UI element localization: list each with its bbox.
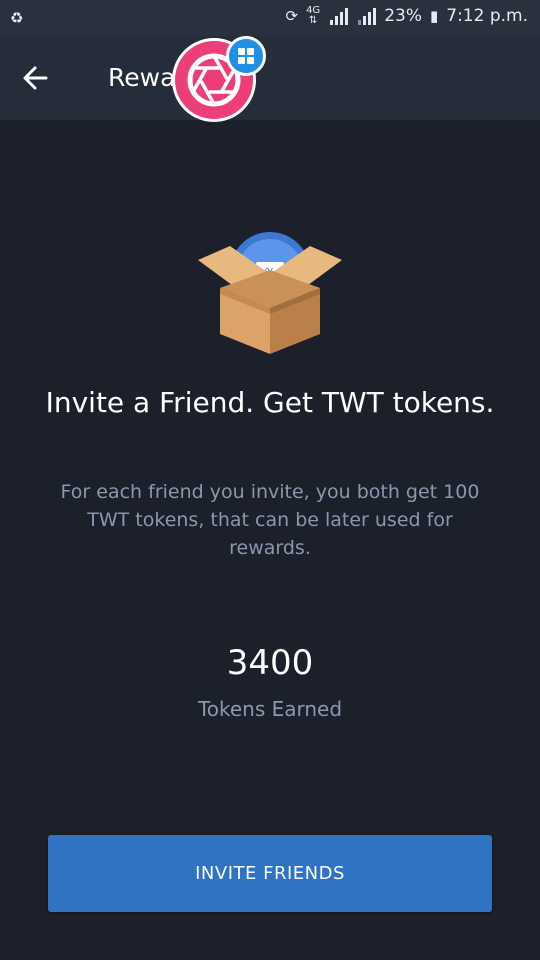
signal-secondary-icon [356, 7, 377, 25]
invite-headline: Invite a Friend. Get TWT tokens. [45, 386, 495, 419]
tokens-label: Tokens Earned [197, 697, 343, 721]
grid-icon [238, 48, 254, 64]
bubble-badge[interactable] [226, 36, 266, 76]
arrow-left-icon [23, 66, 48, 90]
battery-percent: 23% [384, 6, 422, 26]
data-arrows-icon: ⇅ [308, 15, 318, 26]
battery-icon: ▮ [429, 7, 439, 25]
tokens-count: 3400 [226, 643, 314, 683]
page-title: Rewa [108, 63, 176, 92]
sync-icon: ⟳ [285, 7, 299, 25]
recycle-icon: ♻ [10, 9, 24, 27]
status-icons: ⟳ 4G ⇅ 23% ▮ 7:12 p.m. [285, 6, 528, 27]
app-bar: Rewa [0, 36, 540, 120]
back-button[interactable] [20, 58, 52, 98]
invite-friends-button[interactable]: INVITE FRIENDS [48, 835, 492, 912]
network-type: 4G ⇅ [306, 6, 320, 26]
gift-box-coupon-icon: % [190, 222, 350, 362]
status-bar: ♻ ⟳ 4G ⇅ 23% ▮ 7:12 p.m. [0, 0, 540, 36]
clock: 7:12 p.m. [446, 6, 528, 26]
signal-icon [328, 7, 349, 25]
invite-description: For each friend you invite, you both get… [60, 481, 480, 559]
